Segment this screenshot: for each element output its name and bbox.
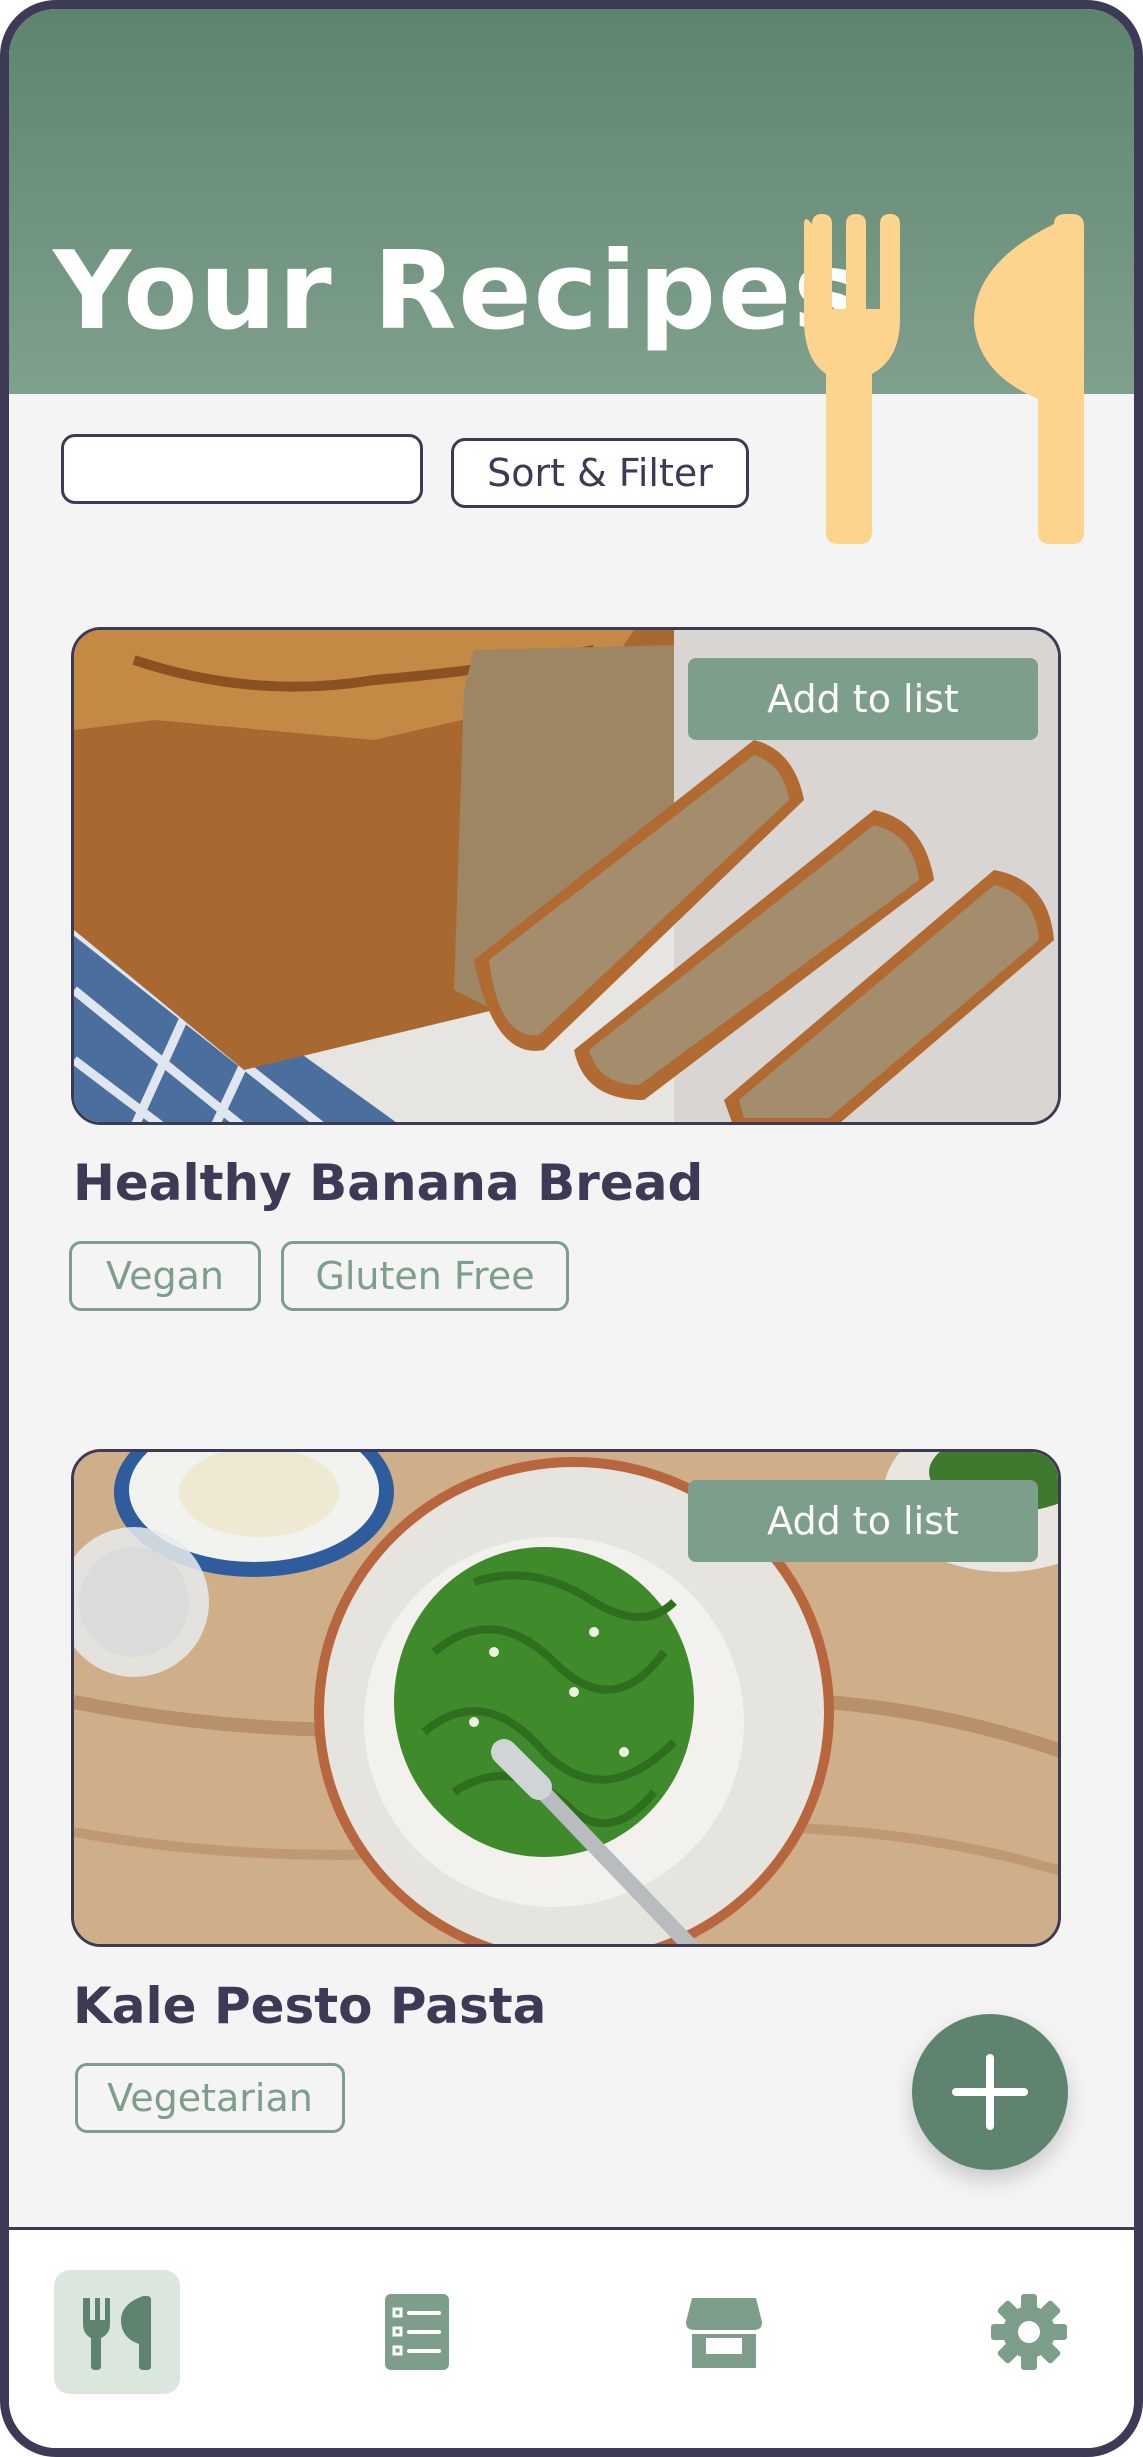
recipe-image-kale-pesto-pasta[interactable]: Add to list bbox=[71, 1449, 1061, 1947]
add-to-list-button[interactable]: Add to list bbox=[688, 658, 1038, 740]
sort-filter-button[interactable]: Sort & Filter bbox=[451, 438, 749, 508]
recipe-image-banana-bread[interactable]: Add to list bbox=[71, 627, 1061, 1125]
search-box[interactable] bbox=[61, 434, 514, 504]
add-to-list-button[interactable]: Add to list bbox=[688, 1480, 1038, 1562]
recipe-title[interactable]: Kale Pesto Pasta bbox=[73, 1977, 546, 2035]
utensils-icon bbox=[804, 214, 1084, 544]
nav-settings[interactable] bbox=[966, 2270, 1092, 2394]
search-input[interactable] bbox=[84, 437, 514, 501]
nav-recipes[interactable] bbox=[54, 2270, 180, 2394]
store-icon bbox=[686, 2298, 762, 2368]
tag-gluten-free[interactable]: Gluten Free bbox=[281, 1241, 569, 1311]
list-icon bbox=[385, 2294, 449, 2370]
gear-icon bbox=[991, 2294, 1067, 2370]
phone-frame: Your Recipes Sort & Filter Add to list H… bbox=[0, 0, 1143, 2457]
recipe-title[interactable]: Healthy Banana Bread bbox=[73, 1154, 703, 1212]
bottom-nav bbox=[9, 2227, 1134, 2448]
nav-store[interactable] bbox=[661, 2270, 787, 2394]
add-recipe-button[interactable] bbox=[912, 2014, 1068, 2170]
page-title: Your Recipes bbox=[53, 229, 860, 354]
tag-vegetarian[interactable]: Vegetarian bbox=[75, 2063, 345, 2133]
utensils-icon bbox=[83, 2296, 151, 2370]
tag-vegan[interactable]: Vegan bbox=[69, 1241, 261, 1311]
nav-shopping-list[interactable] bbox=[354, 2270, 480, 2394]
plus-icon bbox=[952, 2054, 1028, 2130]
